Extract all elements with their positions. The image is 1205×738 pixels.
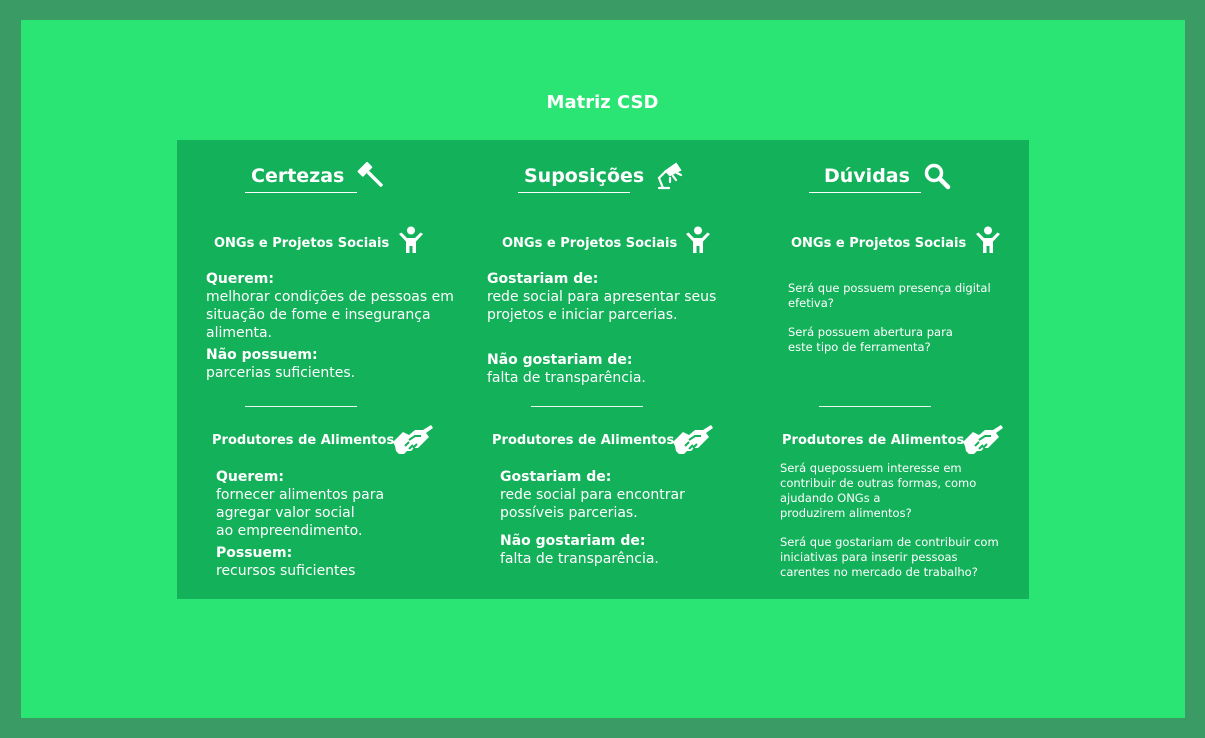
suposicoes-produtores-q2-line: falta de transparência. (500, 551, 659, 567)
person-icon (684, 226, 712, 254)
person-icon (397, 226, 425, 254)
certezas-ongs-q2-line: parcerias suficientes. (206, 365, 356, 381)
certezas-produtores-q1-label: Querem: (216, 469, 284, 485)
person-icon (974, 226, 1002, 254)
suposicoes-ongs-text: Gostariam de: rede social para apresenta… (487, 270, 716, 387)
certezas-ongs-text: Querem: melhorar condições de pessoas em… (206, 270, 454, 382)
duvidas-ongs-q2-line: Será possuem abertura para (788, 325, 953, 339)
duvidas-produtores-q1-line: contribuir de outras formas, como (780, 476, 977, 490)
duvidas-ongs-q2-line: este tipo de ferramenta? (788, 340, 931, 354)
desk-lamp-icon (656, 160, 684, 190)
duvidas-underline (809, 192, 921, 193)
suposicoes-produtores-q1-line: possíveis parcerias. (500, 505, 638, 521)
duvidas-produtores-heading: Produtores de Alimentos (782, 433, 965, 448)
suposicoes-ongs-q2-label: Não gostariam de: (487, 352, 633, 368)
suposicoes-produtores-text: Gostariam de: rede social para encontrar… (500, 468, 685, 568)
suposicoes-produtores-q1-line: rede social para encontrar (500, 487, 685, 503)
certezas-ongs-q1-line: situação de fome e insegurança (206, 307, 431, 323)
duvidas-produtores-q1-line: ajudando ONGs a (780, 491, 881, 505)
suposicoes-produtores-heading: Produtores de Alimentos (492, 433, 675, 448)
certezas-ongs-q1-line: melhorar condições de pessoas em (206, 289, 454, 305)
duvidas-ongs-heading: ONGs e Projetos Sociais (791, 236, 967, 251)
certezas-produtores-q2-line: recursos suficientes (216, 563, 356, 579)
suposicoes-ongs-q2-line: falta de transparência. (487, 370, 646, 386)
suposicoes-divider (531, 406, 643, 407)
duvidas-divider (819, 406, 931, 407)
certezas-ongs-q2-label: Não possuem: (206, 347, 318, 363)
certezas-produtores-q1-line: fornecer alimentos para (216, 487, 385, 503)
csd-matrix-panel: Certezas ONGs e Projetos Sociais Querem:… (177, 140, 1029, 599)
duvidas-ongs-q1-line: Será que possuem presença digital (788, 281, 991, 295)
suposicoes-ongs-q1-label: Gostariam de: (487, 271, 599, 287)
certezas-produtores-text: Querem: fornecer alimentos para agregar … (216, 468, 384, 580)
duvidas-produtores-q1-line: Será quepossuem interesse em (780, 461, 962, 475)
handshake-icon (673, 424, 713, 458)
page-title: Matriz CSD (546, 92, 659, 113)
certezas-heading: Certezas (251, 165, 345, 187)
duvidas-produtores-q1-line: produzirem alimentos? (780, 506, 912, 520)
certezas-produtores-q1-line: ao empreendimento. (216, 523, 363, 539)
duvidas-produtores-q2-line: carentes no mercado de trabalho? (780, 565, 978, 579)
suposicoes-underline (518, 192, 630, 193)
duvidas-ongs-text: Será que possuem presença digital efetiv… (788, 281, 991, 355)
duvidas-produtores-q2-line: Será que gostariam de contribuir com (780, 535, 999, 549)
certezas-ongs-q1-line: alimenta. (206, 325, 273, 341)
certezas-produtores-q2-label: Possuem: (216, 545, 293, 561)
suposicoes-heading: Suposições (524, 165, 645, 187)
duvidas-ongs-q1-line: efetiva? (788, 296, 834, 310)
suposicoes-produtores-q1-label: Gostariam de: (500, 469, 612, 485)
gavel-icon (355, 158, 389, 192)
certezas-ongs-heading: ONGs e Projetos Sociais (214, 236, 390, 251)
certezas-produtores-heading: Produtores de Alimentos (212, 433, 395, 448)
handshake-icon (393, 424, 433, 458)
certezas-divider (245, 406, 357, 407)
suposicoes-ongs-q1-line: rede social para apresentar seus (487, 289, 717, 305)
handshake-icon (963, 424, 1003, 458)
search-icon (923, 162, 951, 190)
certezas-ongs-q1-label: Querem: (206, 271, 274, 287)
duvidas-produtores-q2-line: iniciativas para inserir pessoas (780, 550, 958, 564)
certezas-produtores-q1-line: agregar valor social (216, 505, 355, 521)
suposicoes-ongs-q1-line: projetos e iniciar parcerias. (487, 307, 678, 323)
duvidas-heading: Dúvidas (824, 165, 910, 187)
suposicoes-ongs-heading: ONGs e Projetos Sociais (502, 236, 678, 251)
certezas-underline (245, 192, 357, 193)
duvidas-produtores-text: Será quepossuem interesse em contribuir … (780, 461, 999, 580)
suposicoes-produtores-q2-label: Não gostariam de: (500, 533, 646, 549)
